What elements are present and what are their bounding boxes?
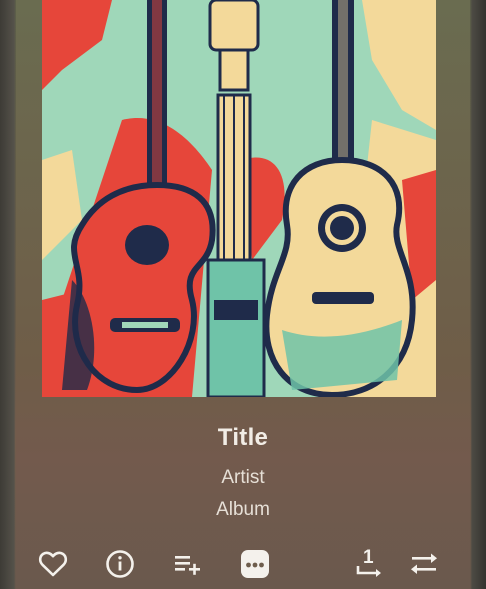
playlist-add-icon [175, 556, 200, 575]
track-artist[interactable]: Artist [0, 467, 486, 489]
album-art-image [42, 0, 436, 397]
favorite-button[interactable] [35, 546, 71, 582]
album-art [42, 0, 436, 397]
shuffle-button[interactable] [406, 546, 442, 582]
more-horizontal-icon [241, 550, 269, 578]
player-controls: 1 [0, 546, 486, 582]
track-title: Title [217, 424, 269, 451]
repeat-one-label: 1 [363, 547, 374, 568]
track-album[interactable]: Album [0, 499, 486, 521]
more-options-button[interactable] [237, 546, 273, 582]
info-circle-icon [106, 550, 134, 578]
info-button[interactable] [102, 546, 138, 582]
add-to-playlist-button[interactable] [169, 546, 205, 582]
shuffle-icon [411, 553, 437, 574]
heart-outline-icon [38, 551, 68, 577]
player-screen: Title Artist Album 1 [0, 0, 486, 589]
repeat-one-button[interactable]: 1 [352, 546, 388, 582]
repeat-one-icon: 1 [356, 547, 381, 577]
